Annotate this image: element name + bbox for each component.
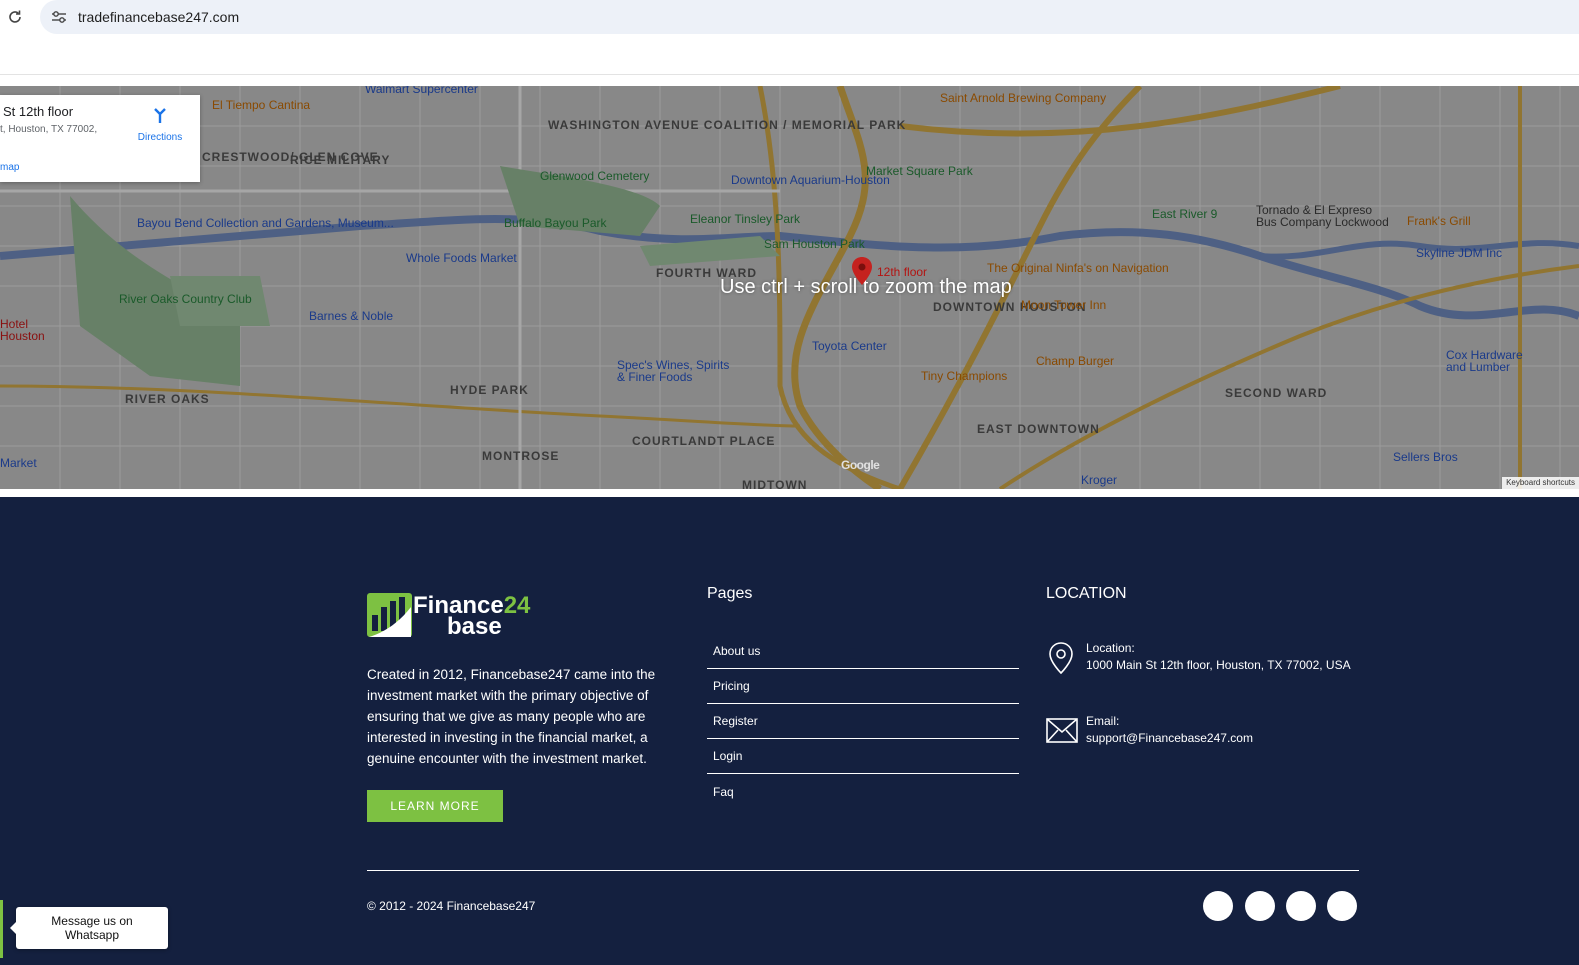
social-icon-3[interactable] [1286, 891, 1316, 921]
directions-button[interactable]: Directions [132, 107, 188, 143]
map-poi-label[interactable]: Saint Arnold Brewing Company [940, 91, 1106, 105]
map-pin-outline-icon [1049, 642, 1073, 675]
social-icon-4[interactable] [1327, 891, 1357, 921]
map-poi-label[interactable]: Market [0, 456, 37, 470]
map-poi-label[interactable]: Tornado & El Expreso Bus Company Lockwoo… [1256, 204, 1396, 228]
map-pin-icon[interactable] [851, 256, 873, 286]
map-area-label: RICE MILITARY [290, 153, 391, 167]
map-poi-label[interactable]: The Original Ninfa's on Navigation [987, 261, 1169, 275]
footer-link-about[interactable]: About us [707, 634, 1019, 669]
learn-more-button[interactable]: LEARN MORE [367, 790, 503, 822]
map-area-label: WASHINGTON AVENUE COALITION / MEMORIAL P… [548, 118, 907, 132]
map-poi-label[interactable]: River Oaks Country Club [119, 292, 252, 306]
map-poi-label[interactable]: Buffalo Bayou Park [504, 216, 607, 230]
map-area-label: HYDE PARK [450, 383, 529, 397]
map-poi-label[interactable]: Barnes & Noble [309, 309, 393, 323]
map-poi-label[interactable]: Frank's Grill [1407, 214, 1471, 228]
email-address[interactable]: support@Financebase247.com [1086, 731, 1253, 745]
map-area-label: EAST DOWNTOWN [977, 422, 1100, 436]
directions-label: Directions [137, 132, 183, 143]
place-title: St 12th floor [3, 104, 74, 119]
map-poi-label[interactable]: Skyline JDM Inc [1416, 246, 1502, 260]
map-pin-label: 12th floor [877, 265, 928, 279]
map-poi-label[interactable]: East River 9 [1152, 207, 1217, 221]
map-poi-label[interactable]: Kroger [1081, 473, 1117, 487]
site-logo[interactable]: Finance24 base [367, 592, 557, 640]
about-description: Created in 2012, Financebase247 came int… [367, 667, 656, 766]
map-poi-label[interactable]: Moon Tower Inn [1021, 298, 1106, 312]
map-poi-label[interactable]: El Tiempo Cantina [212, 98, 310, 112]
map-area-label: MONTROSE [482, 449, 560, 463]
footer-link-register[interactable]: Register [707, 704, 1019, 739]
map-area-label: SECOND WARD [1225, 386, 1328, 400]
map-poi-label[interactable]: Tiny Champions [921, 369, 1007, 383]
pages-list: About us Pricing Register Login Faq [707, 634, 1019, 809]
email-info: Email: support@Financebase247.com [1046, 714, 1376, 748]
location-heading: LOCATION [1046, 585, 1127, 602]
map-poi-label[interactable]: Sellers Bros [1393, 450, 1458, 464]
directions-icon [154, 108, 166, 123]
map-bottom-spacer [0, 489, 1579, 497]
whatsapp-tooltip[interactable]: Message us on Whatsapp [10, 907, 168, 949]
map-poi-label[interactable]: Hotel Houston [0, 318, 45, 342]
envelope-icon [1046, 718, 1078, 743]
map-poi-label[interactable]: Sam Houston Park [764, 237, 865, 251]
map-poi-label[interactable]: Toyota Center [812, 339, 887, 353]
map-poi-label[interactable]: Cox Hardware and Lumber [1446, 349, 1536, 373]
google-logo: Google [841, 458, 880, 472]
map-poi-label[interactable]: Walmart Supercenter [365, 86, 478, 96]
location-address: 1000 Main St 12th floor, Houston, TX 770… [1086, 658, 1351, 672]
map-poi-label[interactable]: Whole Foods Market [406, 251, 517, 265]
place-address: t, Houston, TX 77002, [0, 124, 98, 135]
map-poi-label[interactable]: Glenwood Cemetery [540, 169, 649, 183]
reload-icon[interactable] [4, 6, 26, 28]
view-larger-map-link[interactable]: map [0, 162, 19, 173]
copyright-text: © 2012 - 2024 Financebase247 [367, 899, 536, 913]
keyboard-shortcuts-link[interactable]: Keyboard shortcuts [1502, 477, 1579, 489]
embedded-map[interactable]: WASHINGTON AVENUE COALITION / MEMORIAL P… [0, 86, 1579, 489]
map-place-card: St 12th floor t, Houston, TX 77002, map … [0, 95, 200, 182]
location-info: Location: 1000 Main St 12th floor, Houst… [1046, 641, 1376, 675]
pages-heading: Pages [707, 585, 753, 602]
logo-chart-icon [367, 593, 412, 637]
logo-text-line2: base [447, 613, 502, 640]
site-settings-icon[interactable] [50, 8, 68, 26]
social-icon-1[interactable] [1203, 891, 1233, 921]
footer-link-login[interactable]: Login [707, 739, 1019, 774]
map-poi-label[interactable]: Downtown Aquarium-Houston [731, 173, 890, 187]
page: tradefinancebase247.com WASHINGTON AVENU… [0, 0, 1579, 965]
logo-accent-text: 24 [503, 592, 531, 619]
map-area-label: RIVER OAKS [125, 392, 210, 406]
url-text[interactable]: tradefinancebase247.com [78, 9, 239, 25]
email-label: Email: [1086, 714, 1120, 728]
map-poi-label[interactable]: Spec's Wines, Spirits & Finer Foods [617, 359, 737, 383]
map-poi-label[interactable]: Champ Burger [1036, 354, 1114, 368]
address-bar[interactable]: tradefinancebase247.com [40, 0, 1579, 34]
footer-link-pricing[interactable]: Pricing [707, 669, 1019, 704]
map-area-label: COURTLANDT PLACE [632, 434, 776, 448]
map-area-label: MIDTOWN [742, 478, 808, 489]
footer-divider [367, 870, 1359, 871]
browser-toolbar: tradefinancebase247.com [0, 0, 1579, 75]
site-footer: Finance24 base Created in 2012, Financeb… [0, 497, 1579, 965]
map-poi-label[interactable]: Eleanor Tinsley Park [690, 212, 800, 226]
map-poi-label[interactable]: Bayou Bend Collection and Gardens, Museu… [137, 216, 394, 230]
whatsapp-button[interactable] [0, 900, 3, 958]
footer-link-faq[interactable]: Faq [707, 774, 1019, 809]
location-label: Location: [1086, 641, 1135, 655]
social-icon-2[interactable] [1245, 891, 1275, 921]
